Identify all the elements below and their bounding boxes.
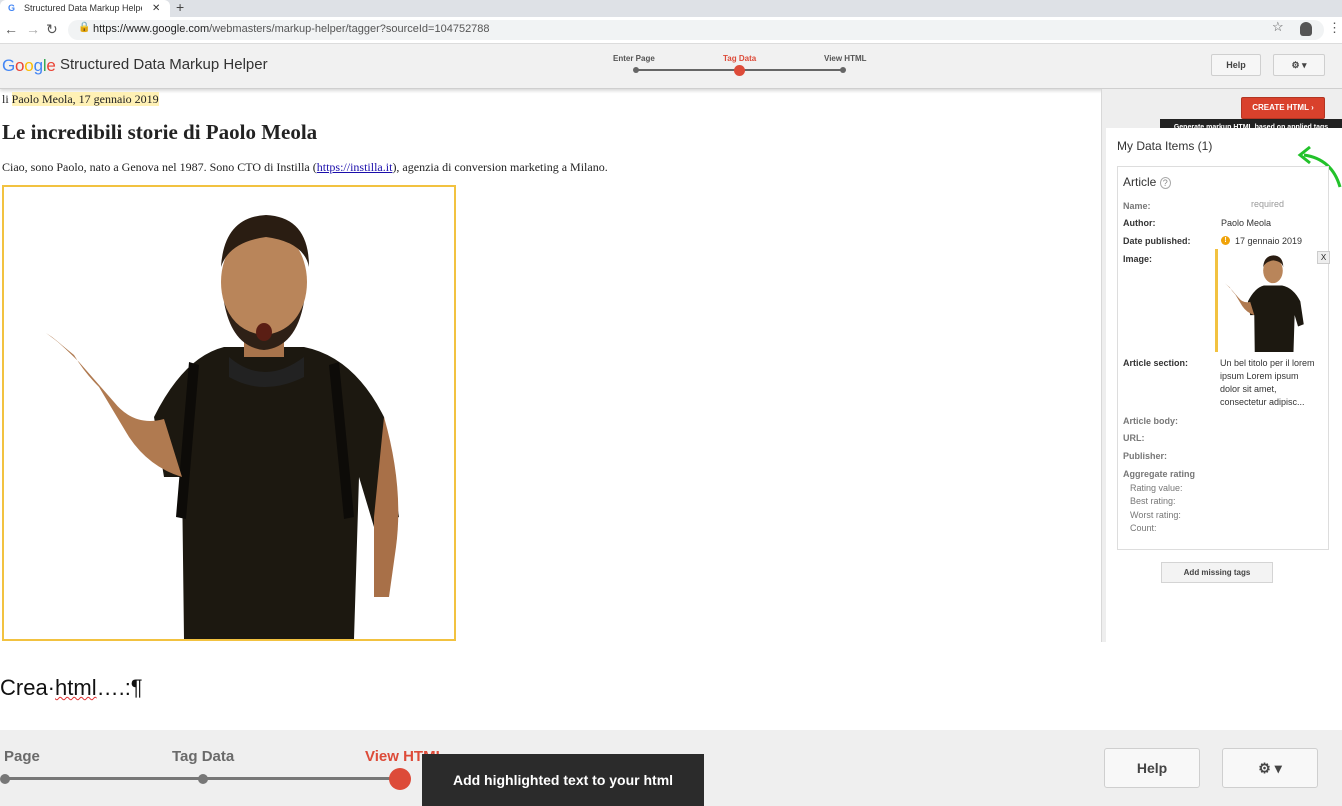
app-title: Structured Data Markup Helper (60, 56, 268, 73)
step-enter-page[interactable]: Enter Page (613, 54, 655, 63)
browser-menu-icon[interactable]: ⋮ (1328, 20, 1341, 36)
prop-date-label: Date published: (1123, 236, 1191, 246)
logo-letter: G (2, 56, 16, 75)
chevron-right-icon: › (1311, 103, 1314, 112)
instilla-link[interactable]: https://instilla.it (317, 160, 393, 174)
app-header: Google Structured Data Markup Helper Ent… (0, 44, 1342, 89)
prop-date-value[interactable]: 17 gennaio 2019 (1235, 236, 1302, 246)
remove-image-button[interactable]: X (1317, 251, 1330, 264)
prop-section-label: Article section: (1123, 358, 1189, 368)
step-view-html[interactable]: View HTML (824, 54, 867, 63)
bookmark-star-icon[interactable]: ☆ (1272, 19, 1284, 35)
person-pointing-image (46, 215, 399, 639)
step-dot-view-html (840, 67, 846, 73)
google-logo: Google (2, 56, 56, 76)
step-dot-enter-page (633, 67, 639, 73)
extension-icon[interactable] (1300, 22, 1312, 36)
logo-letter: e (46, 56, 56, 75)
logo-letter: o (24, 56, 34, 75)
prop-name-label: Name: (1123, 201, 1151, 211)
google-favicon-icon: G (8, 3, 16, 13)
article-photo[interactable] (2, 185, 456, 641)
help-circle-icon[interactable]: ? (1159, 177, 1171, 189)
my-data-items-title: My Data Items (1) (1117, 139, 1213, 153)
add-missing-tags-button[interactable]: Add missing tags (1161, 562, 1273, 583)
zoom-dot-page (0, 774, 10, 784)
article-byline: li Paolo Meola, 17 gennaio 2019 (2, 92, 159, 106)
browser-tab-strip (0, 0, 1342, 17)
person-thumbnail-image (1224, 255, 1304, 352)
prop-image-label: Image: (1123, 254, 1153, 264)
prop-publisher-label: Publisher: (1123, 451, 1168, 461)
back-arrow-icon[interactable]: ← (4, 21, 18, 37)
gear-icon: ⚙ ▾ (1291, 60, 1307, 70)
url-text: https://www.google.com/webmasters/markup… (93, 23, 490, 35)
create-html-button[interactable]: CREATE HTML › (1241, 97, 1325, 119)
tab-close-icon[interactable]: ✕ (152, 0, 160, 17)
lock-icon: 🔒 (78, 22, 91, 33)
settings-button[interactable]: ⚙ ▾ (1273, 54, 1325, 76)
zoom-tooltip: Add highlighted text to your html (422, 754, 704, 806)
prop-author-value[interactable]: Paolo Meola (1221, 218, 1271, 228)
card-title: Article ? (1123, 175, 1171, 189)
prop-image-thumbnail[interactable] (1215, 249, 1312, 352)
prop-author-label: Author: (1123, 218, 1156, 228)
document-text: Crea·html….:¶ (0, 675, 143, 700)
step-tag-data[interactable]: Tag Data (723, 54, 756, 63)
zoom-dot-current (389, 768, 411, 790)
zoom-dot-tag-data (198, 774, 208, 784)
new-tab-button[interactable]: + (176, 0, 184, 15)
prop-rating-value-label: Rating value: (1130, 483, 1183, 493)
gear-icon: ⚙ ▾ (1258, 760, 1282, 776)
article-heading[interactable]: Le incredibili storie di Paolo Meola (2, 120, 317, 145)
zoomed-header-strip: Page Tag Data View HTML Add highlighted … (0, 730, 1342, 806)
forward-arrow-icon[interactable]: → (26, 21, 40, 37)
byline-author[interactable]: Paolo Meola (11, 92, 73, 106)
help-button[interactable]: Help (1211, 54, 1261, 76)
browser-toolbar: ← → ↻ 🔒 https://www.google.com/webmaster… (0, 17, 1342, 44)
logo-letter: g (33, 56, 43, 75)
zoom-step-page[interactable]: Page (4, 748, 40, 765)
article-intro: Ciao, sono Paolo, nato a Genova nel 1987… (2, 160, 608, 174)
step-dot-current (734, 65, 745, 76)
prop-aggregate-label: Aggregate rating (1123, 469, 1196, 479)
prop-best-rating-label: Best rating: (1130, 496, 1176, 506)
zoom-step-tag-data[interactable]: Tag Data (172, 748, 234, 765)
address-bar[interactable]: 🔒 https://www.google.com/webmasters/mark… (68, 20, 1324, 40)
prop-name-value: required (1251, 199, 1285, 209)
prop-worst-rating-label: Worst rating: (1130, 510, 1181, 520)
logo-letter: o (15, 56, 25, 75)
tab-title: Structured Data Markup Helpe (24, 3, 142, 13)
prop-url-label: URL: (1123, 433, 1145, 443)
zoom-settings-button[interactable]: ⚙ ▾ (1222, 748, 1318, 788)
byline-date[interactable]: 17 gennaio 2019 (78, 92, 159, 106)
prop-body-label: Article body: (1123, 416, 1179, 426)
prop-section-value[interactable]: Un bel titolo per il lorem ipsum Lorem i… (1220, 357, 1316, 409)
warning-icon: ! (1221, 236, 1230, 245)
prop-count-label: Count: (1130, 523, 1157, 533)
browser-tab[interactable]: G Structured Data Markup Helpe ✕ (0, 0, 170, 17)
zoom-help-button[interactable]: Help (1104, 748, 1200, 788)
reload-icon[interactable]: ↻ (46, 21, 58, 38)
